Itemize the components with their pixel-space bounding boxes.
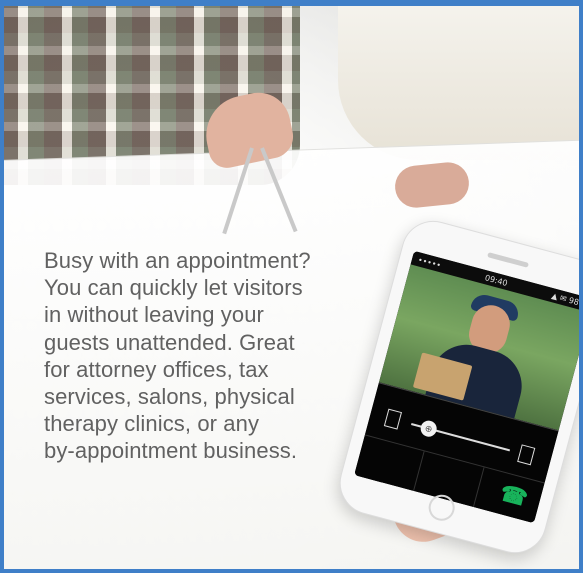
phone-speaker [487,252,529,268]
promo-copy: Busy with an appointment? You can quickl… [44,247,362,465]
promo-line: Busy with an appointment? [44,248,311,273]
promo-line: You can quickly let visitors [44,275,303,301]
light-shirt-background [338,0,583,160]
unlock-slider-icon[interactable]: ⊕ [418,418,439,439]
promo-line: guests unattended. Great [44,329,295,355]
grid-cell[interactable] [354,435,425,492]
promo-line: by-appointment business. [44,438,298,464]
promo-line: therapy clinics, or any [44,411,260,437]
drafting-compass-icon [222,147,300,244]
promo-line: in without leaving your [44,302,264,328]
promo-line: services, salons, physical [44,384,295,410]
promo-scene: Busy with an appointment? You can quickl… [0,0,583,573]
door-open-icon[interactable] [517,444,536,466]
promo-line: for attorney offices, tax [44,356,269,382]
compass-leg-right [260,147,298,233]
door-icon[interactable] [383,408,403,430]
